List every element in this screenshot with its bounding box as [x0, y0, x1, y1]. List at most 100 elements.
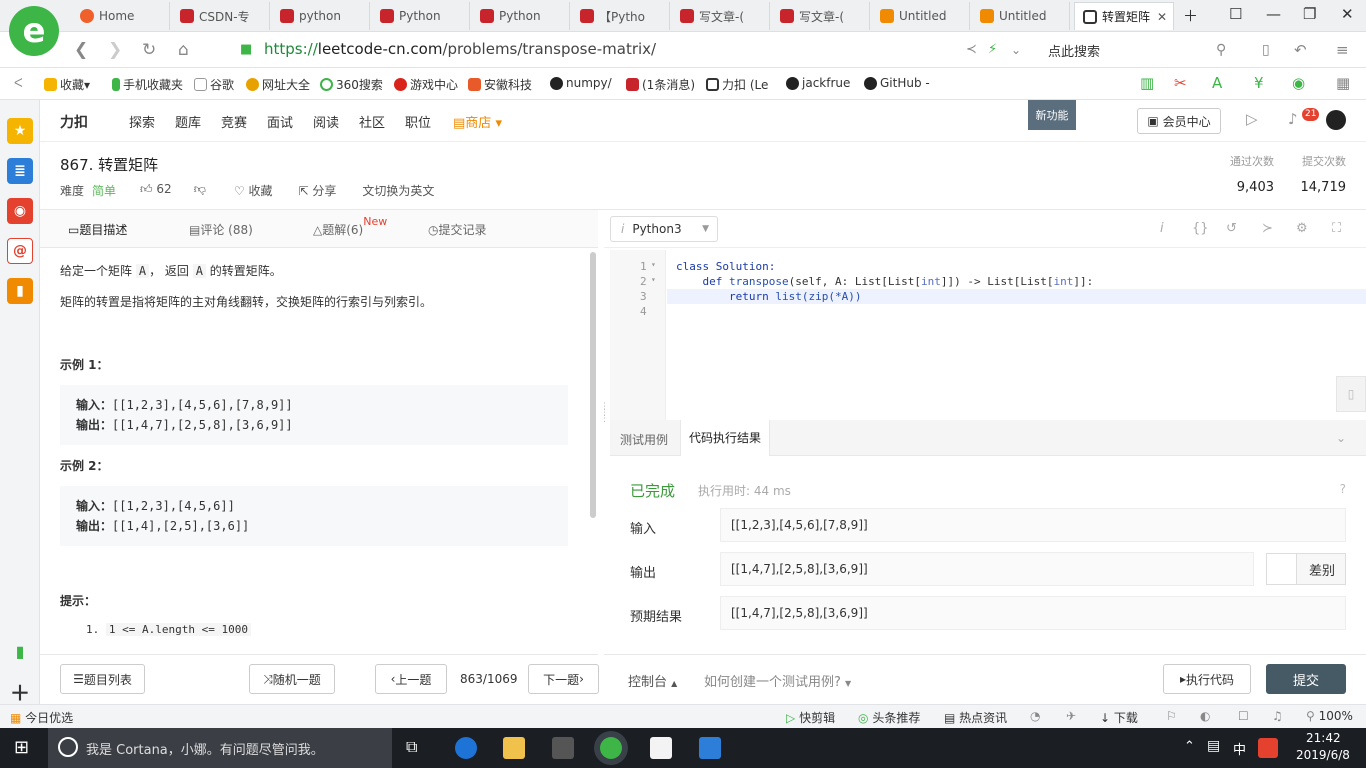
browser-tab-active[interactable]: 转置矩阵 ✕ [1074, 2, 1174, 30]
console-toggle[interactable]: 控制台 ▲ [628, 671, 677, 690]
vip-button[interactable]: ▣ 会员中心 [1137, 108, 1221, 134]
360-browser-icon[interactable] [600, 737, 622, 759]
bookmark-item[interactable]: 谷歌 [194, 76, 234, 93]
bookmark-item[interactable]: numpy/ [550, 76, 612, 90]
problem-list-button[interactable]: ☰ 题目列表 [60, 664, 145, 694]
bookmark-item[interactable]: 收藏 ▾ [44, 76, 90, 93]
fold-arrow-icon[interactable]: ▾ [651, 275, 656, 284]
sogou-icon[interactable] [1258, 738, 1278, 758]
next-problem-button[interactable]: 下一题 › [528, 664, 599, 694]
volume-icon[interactable]: ♫ [1272, 709, 1283, 723]
search-icon[interactable]: ⚲ [1216, 42, 1226, 58]
url-field[interactable]: https://leetcode-cn.com/problems/transpo… [264, 40, 656, 58]
nav-jobs[interactable]: 职位 [405, 112, 431, 131]
bookmark-item[interactable]: 360搜索 [320, 76, 383, 93]
chevron-up-icon[interactable]: ⌃ [1184, 739, 1195, 754]
editor-side-icon[interactable]: ▯ [1336, 376, 1366, 412]
list-icon[interactable]: ≣ [7, 158, 33, 184]
prev-problem-button[interactable]: ‹ 上一题 [375, 664, 447, 694]
nav-interview[interactable]: 面试 [267, 112, 293, 131]
chevron-down-icon[interactable]: ⌄ [1336, 431, 1346, 445]
info-icon[interactable]: i [1160, 221, 1164, 236]
lightning-icon[interactable]: ⚡ [988, 42, 997, 57]
bookmark-item[interactable]: 力扣 (Le [706, 76, 768, 93]
browser-tab[interactable]: Home [72, 2, 170, 30]
undo-icon[interactable]: ↶ [1294, 41, 1307, 59]
ime-indicator[interactable]: 中 [1233, 739, 1246, 758]
favorites-icon[interactable]: ★ [7, 118, 33, 144]
language-select[interactable]: i Python3 ▼ [610, 216, 718, 242]
favorite-button[interactable]: ♡ 收藏 [234, 182, 273, 199]
browser-tab[interactable]: 【Pytho [572, 2, 670, 30]
bookmark-item[interactable]: jackfrue [786, 76, 850, 90]
reader-icon[interactable]: ▥ [1140, 74, 1154, 92]
status-item[interactable]: ◎ 头条推荐 [858, 709, 920, 726]
bookmark-item[interactable]: 安徽科技 [468, 76, 532, 93]
nav-store[interactable]: ▤商店 ▾ [453, 112, 502, 131]
grid-icon[interactable]: ▦ [1336, 74, 1350, 92]
nav-community[interactable]: 社区 [359, 112, 385, 131]
braces-icon[interactable]: {} [1192, 221, 1209, 236]
scrollbar[interactable] [590, 252, 596, 518]
search-input[interactable]: 点此搜索 [1048, 41, 1100, 60]
browser-tab[interactable]: Untitled [872, 2, 970, 30]
game-pad-icon[interactable]: ◉ [1292, 74, 1305, 92]
code-editor[interactable]: 1 2 3 4 ▾ ▾ class Solution: def transpos… [610, 250, 1366, 420]
dislike-icon[interactable]: 👎︎ [194, 182, 206, 199]
fullscreen-icon[interactable]: ⛶ [1332, 221, 1341, 236]
cortana-search[interactable]: 我是 Cortana，小娜。有问题尽管问我。 [48, 728, 392, 768]
bell-icon[interactable]: ♪ [1288, 110, 1298, 128]
terminal-icon[interactable]: ≻ [1262, 221, 1273, 236]
tab-solutions[interactable]: △ 题解(6) New [313, 215, 387, 238]
back-icon[interactable]: ❮ [74, 40, 88, 60]
tab-run-result[interactable]: 代码执行结果 [680, 420, 771, 456]
nav-explore[interactable]: 探索 [129, 112, 155, 131]
reading-mode-icon[interactable]: ▯ [1262, 42, 1270, 58]
ie-icon[interactable]: ◐ [1200, 709, 1210, 723]
submit-button[interactable]: 提交 [1266, 664, 1346, 694]
writer-icon[interactable] [699, 737, 721, 759]
reset-icon[interactable]: ↺ [1226, 221, 1237, 236]
new-feature-banner[interactable]: 新功能 [1028, 100, 1076, 130]
add-icon[interactable]: ＋ [7, 678, 33, 705]
menu-icon[interactable]: ≡ [1336, 41, 1349, 59]
recommend-link[interactable]: ▦ 今日优选 [10, 709, 73, 726]
zoom-control[interactable]: ⚲ 100% [1306, 709, 1353, 723]
window-icon[interactable]: ☐ [1238, 709, 1249, 723]
chevron-down-icon[interactable]: ⌄ [1011, 43, 1021, 57]
help-icon[interactable]: ? [1340, 482, 1346, 496]
share-button[interactable]: ⇱ 分享 [298, 182, 336, 199]
home-icon[interactable]: ⌂ [178, 40, 189, 60]
bookmark-item[interactable]: 游戏中心 [394, 76, 458, 93]
nav-contest[interactable]: 竞赛 [221, 112, 247, 131]
share-icon[interactable]: ≺ [966, 42, 977, 57]
translate-icon[interactable]: A [1212, 74, 1222, 92]
status-item[interactable]: ▤ 热点资讯 [944, 709, 1007, 726]
battery-icon[interactable]: ▮ [7, 638, 33, 664]
bookmark-item[interactable]: 网址大全 [246, 76, 310, 93]
reload-icon[interactable]: ↻ [142, 40, 156, 60]
close-tab-icon[interactable]: ✕ [1157, 10, 1167, 24]
browser-tab[interactable]: python [272, 2, 370, 30]
scissors-icon[interactable]: ✂ [1174, 74, 1187, 92]
message-icon[interactable]: ▤ [1207, 738, 1220, 754]
browser-tab[interactable]: Untitled [972, 2, 1070, 30]
close-window-icon[interactable]: ✕ [1341, 5, 1354, 23]
like-button[interactable]: 👍︎ 62 [140, 182, 172, 199]
speed-icon[interactable]: ◔ [1030, 709, 1040, 723]
money-icon[interactable]: ¥ [1254, 74, 1264, 92]
browser-tab[interactable]: CSDN-专 [172, 2, 270, 30]
status-item[interactable]: ↓ 下载 [1100, 709, 1138, 726]
store-icon[interactable] [552, 737, 574, 759]
run-code-button[interactable]: ▸ 执行代码 [1163, 664, 1251, 694]
file-explorer-icon[interactable] [503, 737, 525, 759]
resize-handle[interactable]: ⋮ ⋮ ⋮ [600, 403, 609, 450]
tab-description[interactable]: ▭ 题目描述 [68, 221, 127, 238]
forward-icon[interactable]: ❯ [108, 40, 122, 60]
tool-icon[interactable]: ✈ [1066, 709, 1076, 723]
browser-logo[interactable]: e [9, 6, 59, 56]
new-tab-icon[interactable]: ＋ [1183, 5, 1198, 26]
tab-submissions[interactable]: ◷ 提交记录 [428, 221, 487, 238]
avatar[interactable] [1326, 110, 1346, 130]
settings-icon[interactable]: ⚙ [1296, 221, 1308, 236]
